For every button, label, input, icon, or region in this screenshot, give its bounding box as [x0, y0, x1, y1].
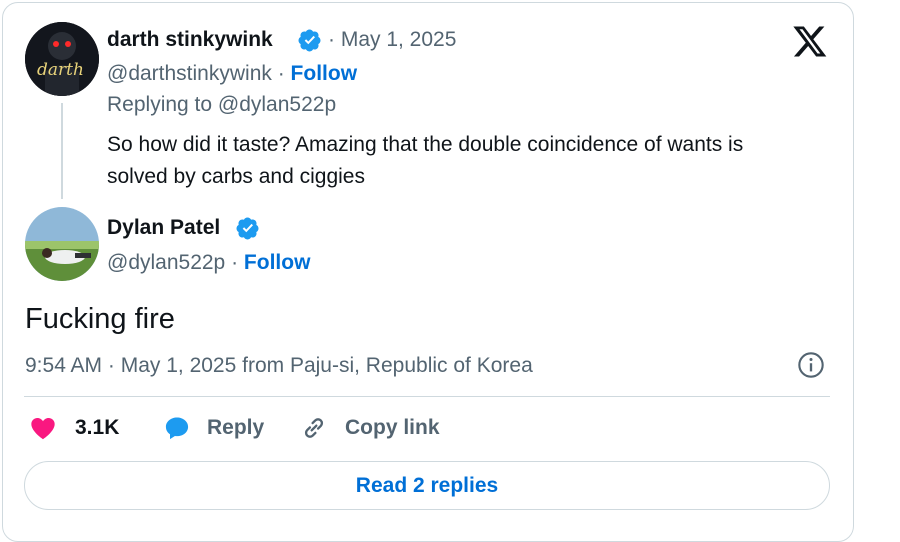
reply-bubble-icon [165, 417, 189, 440]
thread-connector-line [61, 103, 63, 199]
darth-date-line[interactable]: · May 1, 2025 [328, 28, 456, 52]
reply-label: Reply [207, 416, 265, 439]
like-button[interactable]: 3.1K [29, 414, 119, 442]
darth-date: May 1, 2025 [340, 28, 457, 51]
info-icon[interactable] [797, 351, 825, 379]
x-logo-icon[interactable] [792, 23, 828, 59]
like-count: 3.1K [75, 416, 120, 439]
separator-dot: · [225, 251, 244, 274]
darth-handle[interactable]: @darthstinkywink [107, 62, 272, 85]
replying-to-label[interactable]: Replying to @dylan522p [107, 93, 336, 117]
link-icon [304, 418, 324, 438]
tweet-timestamp-location[interactable]: 9:54 AM · May 1, 2025 from Paju-si, Repu… [25, 354, 533, 378]
divider [24, 396, 830, 397]
darth-avatar-image [25, 22, 99, 96]
verified-badge-icon [236, 217, 259, 240]
read-replies-label: Read 2 replies [355, 473, 499, 497]
dylan-avatar[interactable] [25, 207, 99, 281]
dylan-handle[interactable]: @dylan522p [107, 251, 225, 274]
copy-link-button[interactable]: Copy link [300, 414, 440, 442]
copy-link-label: Copy link [345, 416, 440, 439]
follow-dylan-button[interactable]: Follow [244, 251, 311, 274]
darth-avatar[interactable]: darth [25, 22, 99, 96]
darth-tweet-line: solved by carbs and ciggies [107, 165, 365, 188]
darth-tweet-text: So how did it taste? Amazing that the do… [107, 129, 743, 193]
darth-tweet-line: So how did it taste? Amazing that the do… [107, 133, 744, 156]
separator-dot: · [328, 28, 341, 51]
main-tweet-text: Fucking fire [25, 303, 175, 335]
dylan-display-name[interactable]: Dylan Patel [107, 216, 220, 240]
reply-button[interactable]: Reply [162, 414, 264, 442]
follow-darth-button[interactable]: Follow [291, 62, 358, 85]
separator-dot: · [271, 62, 291, 85]
dylan-avatar-image [25, 207, 99, 281]
read-replies-button[interactable]: Read 2 replies [24, 461, 830, 510]
darth-display-name[interactable]: darth stinkywink [107, 28, 273, 52]
verified-badge-icon [298, 29, 321, 52]
heart-icon [31, 417, 55, 440]
dylan-handle-row: @dylan522p · Follow [107, 251, 310, 275]
darth-handle-row: @darthstinkywink · Follow [107, 62, 357, 86]
darth-avatar-script: darth [37, 60, 84, 80]
